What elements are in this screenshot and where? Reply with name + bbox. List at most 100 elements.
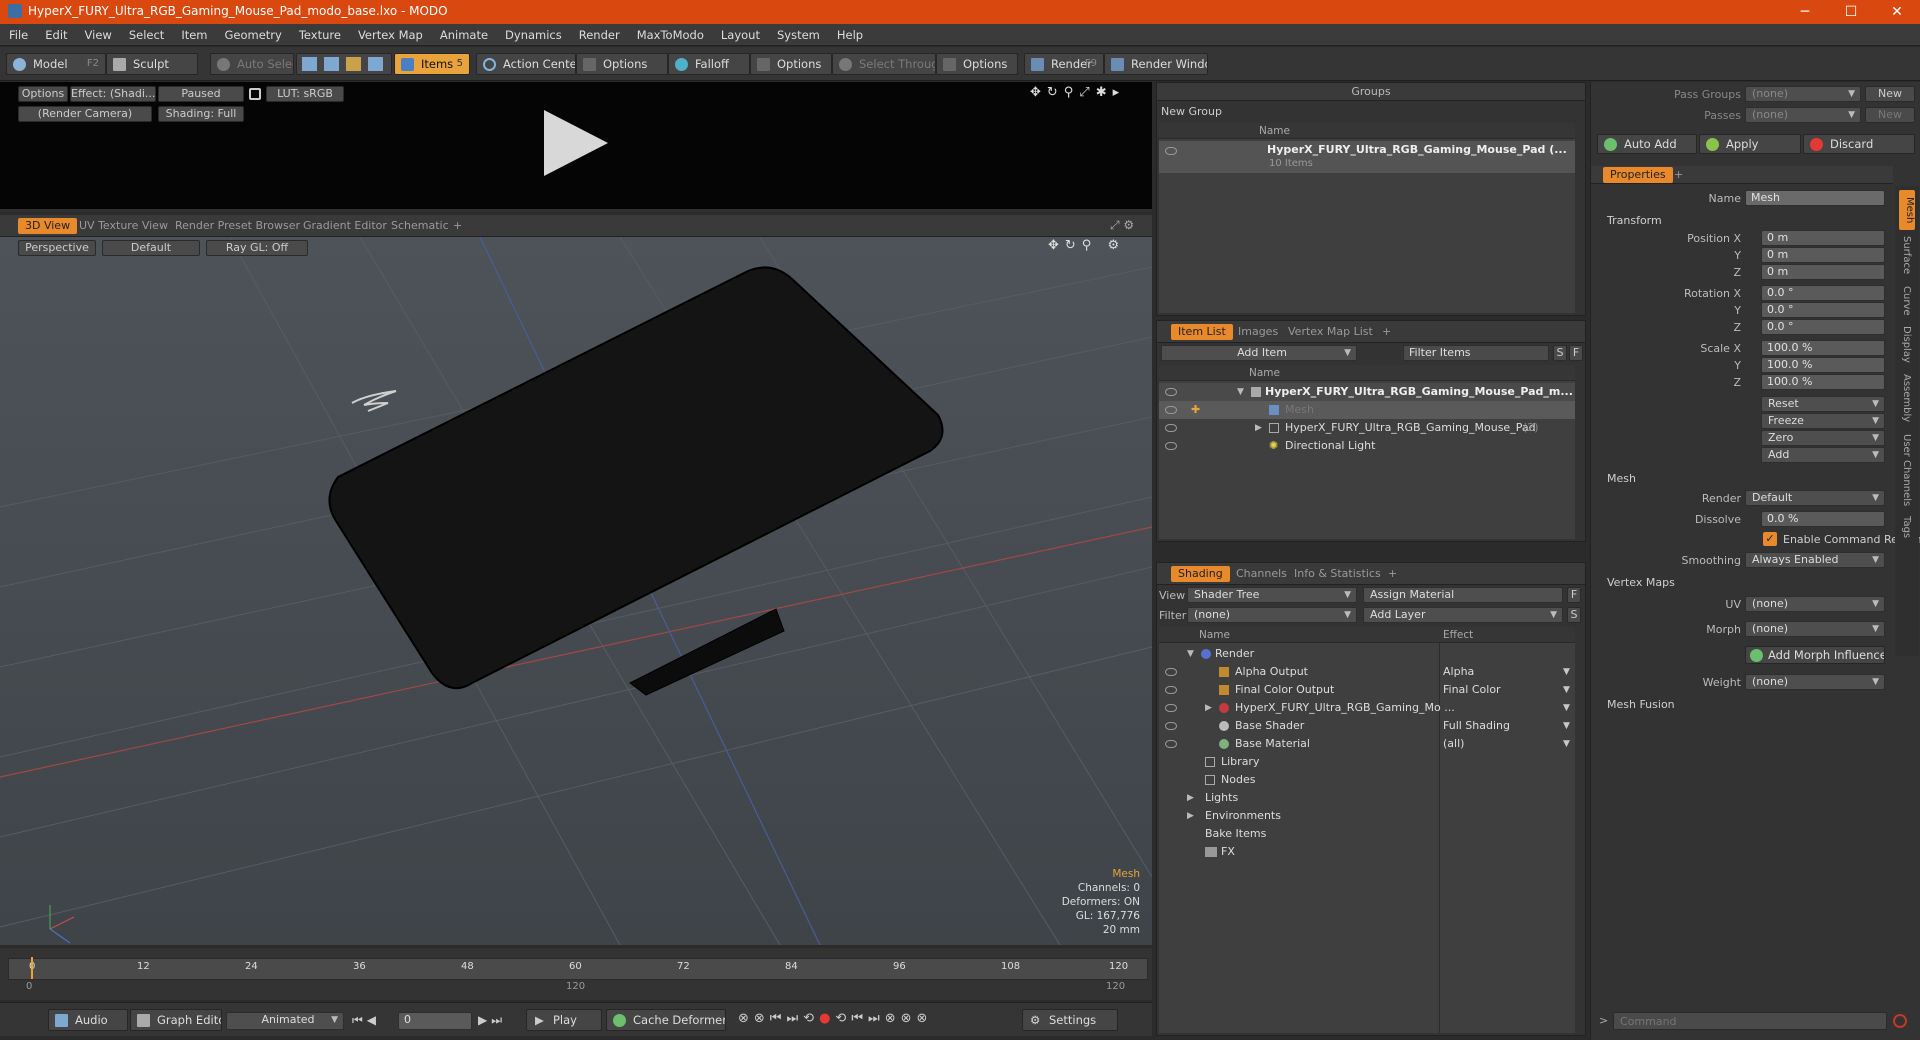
item-s-button[interactable]: S [1553,345,1567,361]
tab-item-add[interactable]: + [1375,324,1398,340]
viewport-nav-icons[interactable]: ✥↻⚲ ⚙ [1048,238,1125,253]
select-through-button[interactable]: Select Through [832,53,936,75]
tab-shading-add[interactable]: + [1381,566,1404,582]
key-tools-icons[interactable]: ⊗⊗⏮⏭⟲●⟲⏮⏭⊗⊗⊗ [738,1011,932,1026]
options-button-2[interactable]: Options [750,53,832,75]
tab-add[interactable]: + [446,218,469,234]
default-dropdown[interactable]: Default [102,240,200,256]
tab-vertex-map-list[interactable]: Vertex Map List [1281,324,1380,340]
shader-base-shader-effect[interactable]: Full Shading [1443,717,1510,735]
mouse-pad-mesh[interactable] [328,266,944,690]
frame-back-icons[interactable]: ⏮◀ [352,1013,380,1028]
shader-row-final-color[interactable]: Final Color Output Final Color ▼ [1159,681,1575,699]
expand-arrow-icon[interactable]: ▶ [1187,789,1194,807]
menu-select[interactable]: Select [120,24,172,42]
shading-s-button[interactable]: S [1567,607,1581,623]
filter-dropdown[interactable]: (none) ▼ [1187,607,1357,623]
smoothing-dropdown[interactable]: Always Enabled ▼ [1745,552,1885,568]
expand-arrow-icon[interactable]: ▶ [1255,419,1262,437]
raygl-dropdown[interactable]: Ray GL: Off [206,240,308,256]
position-z-field[interactable]: 0 m [1761,264,1885,280]
chevron-down-icon[interactable]: ▼ [1563,735,1570,753]
shader-final-color-effect[interactable]: Final Color [1443,681,1501,699]
preview-nav-icons[interactable]: ✥↻⚲⤢✱▸ [1030,85,1125,100]
model-button[interactable]: Model F2 [6,53,106,75]
shader-row-library[interactable]: Library [1159,753,1575,771]
menu-item[interactable]: Item [172,24,215,42]
play-button[interactable]: ▶ Play [526,1009,602,1031]
perspective-dropdown[interactable]: Perspective [18,240,96,256]
chevron-down-icon[interactable]: ▼ [1563,699,1570,717]
render-dropdown[interactable]: Default ▼ [1745,490,1885,506]
apply-button[interactable]: Apply [1699,134,1801,154]
tab-schematic[interactable]: Schematic [384,218,456,234]
visibility-eye-icon[interactable] [1165,442,1177,450]
shader-row-material-group[interactable]: ▶ HyperX_FURY_Ultra_RGB_Gaming_Mo ... ▼ [1159,699,1575,717]
options-button-1[interactable]: Options [576,53,668,75]
mesh-section[interactable]: Mesh [1607,472,1636,485]
preview-paused-button[interactable]: Paused [158,86,244,102]
rotation-z-field[interactable]: 0.0 ° [1761,319,1885,335]
polygon-mode-icon[interactable] [346,57,361,71]
shader-row-lights[interactable]: ▶ Lights [1159,789,1575,807]
item-row-mesh[interactable]: ✚ Mesh [1159,401,1575,419]
tab-properties[interactable]: Properties [1603,167,1673,183]
position-y-field[interactable]: 0 m [1761,247,1885,263]
timeline-ruler[interactable]: 0 12 24 36 48 60 72 84 96 108 120 [8,957,1148,980]
filter-items-input[interactable]: Filter Items [1403,345,1549,361]
edge-mode-icon[interactable] [324,57,339,71]
side-tab-curve[interactable]: Curve [1901,286,1912,316]
scale-y-field[interactable]: 100.0 % [1761,357,1885,373]
visibility-eye-icon[interactable] [1165,388,1177,396]
tab-3d-view[interactable]: 3D View [18,218,78,234]
expand-arrow-icon[interactable]: ▶ [1187,807,1194,825]
visibility-eye-icon[interactable] [1165,424,1177,432]
timeline[interactable]: 0 12 24 36 48 60 72 84 96 108 120 0 120 … [0,948,1152,1000]
menu-edit[interactable]: Edit [36,24,75,42]
options-button-3[interactable]: Options [936,53,1018,75]
visibility-eye-icon[interactable] [1165,406,1177,414]
passes-dropdown[interactable]: (none) ▼ [1745,107,1861,123]
zero-dropdown[interactable]: Zero ▼ [1761,430,1885,446]
tab-images[interactable]: Images [1231,324,1285,340]
new-pass-button[interactable]: New [1865,107,1915,123]
expand-arrow-icon[interactable]: ▼ [1187,645,1194,663]
menu-file[interactable]: File [0,24,36,42]
shader-row-render[interactable]: ▼ Render [1159,645,1575,663]
transform-section[interactable]: Transform [1607,214,1662,227]
falloff-button[interactable]: Falloff [668,53,750,75]
group-row[interactable]: HyperX_FURY_Ultra_RGB_Gaming_Mouse_Pad (… [1159,141,1575,173]
rotation-x-field[interactable]: 0.0 ° [1761,285,1885,301]
new-group-button[interactable]: New Group [1161,105,1222,118]
morph-dropdown[interactable]: (none) ▼ [1745,621,1885,637]
menu-layout[interactable]: Layout [712,24,768,42]
visibility-eye-icon[interactable] [1165,147,1177,155]
side-tab-display[interactable]: Display [1901,326,1912,363]
pass-groups-dropdown[interactable]: (none) ▼ [1745,86,1861,102]
scale-x-field[interactable]: 100.0 % [1761,340,1885,356]
auto-select-button[interactable]: Auto Select [210,53,294,75]
render-window-button[interactable]: Render Window [1104,53,1208,75]
menu-help[interactable]: Help [828,24,871,42]
animated-dropdown[interactable]: Animated ▼ [226,1012,344,1030]
action-center-button[interactable]: Action Center [476,53,576,75]
add-item-dropdown[interactable]: Add Item ▼ [1161,345,1357,361]
shader-row-nodes[interactable]: Nodes [1159,771,1575,789]
menu-geometry[interactable]: Geometry [216,24,290,42]
tab-info-statistics[interactable]: Info & Statistics [1287,566,1388,582]
menu-render[interactable]: Render [570,24,628,42]
shading-dropdown[interactable]: Shading: Full [158,106,244,122]
shader-row-environments[interactable]: ▶ Environments [1159,807,1575,825]
add-dropdown[interactable]: Add ▼ [1761,447,1885,463]
menu-texture[interactable]: Texture [290,24,349,42]
menu-dynamics[interactable]: Dynamics [496,24,570,42]
sculpt-button[interactable]: Sculpt [106,53,198,75]
item-f-button[interactable]: F [1569,345,1583,361]
chevron-down-icon[interactable]: ▼ [1563,681,1570,699]
menu-maxtomodo[interactable]: MaxToModo [628,24,712,42]
menu-vertex-map[interactable]: Vertex Map [349,24,431,42]
position-x-field[interactable]: 0 m [1761,230,1885,246]
minimize-button[interactable]: ─ [1782,0,1828,24]
render-camera-dropdown[interactable]: (Render Camera) [18,106,152,122]
preview-options-button[interactable]: Options [18,86,68,102]
